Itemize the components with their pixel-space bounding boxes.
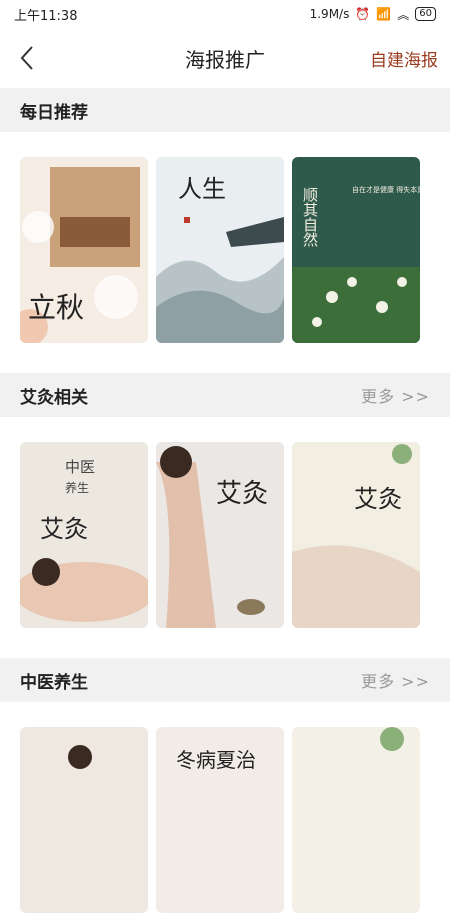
alarm-icon: ⏰ (355, 7, 371, 21)
wifi-icon: ︽ (397, 7, 410, 22)
poster-calligraphy: 艾灸 (354, 485, 402, 513)
poster-main: 艾灸 (40, 515, 88, 543)
poster-card[interactable]: 中医 养生 艾灸 (20, 442, 148, 628)
poster-card[interactable] (292, 727, 420, 913)
poster-small-text: 自在才是健康 得失本是平常 (352, 185, 420, 194)
poster-sub: 养生 (65, 480, 89, 495)
poster-card[interactable]: 顺其自然 自在才是健康 得失本是平常 (292, 157, 420, 343)
status-time: 上午11:38 (14, 8, 78, 24)
battery-icon: 60 (415, 7, 436, 21)
poster-calligraphy: 艾灸 (216, 479, 268, 509)
poster-calligraphy: 人生 (178, 175, 226, 203)
section-header-moxibustion: 艾灸相关 更多 >> (0, 373, 450, 417)
section-title: 中医养生 (20, 672, 88, 693)
poster-card[interactable]: 立秋 (20, 157, 148, 343)
poster-calligraphy: 冬病夏治 (176, 748, 256, 772)
poster-card[interactable]: 艾灸 (156, 442, 284, 628)
poster-calligraphy: 立秋 (28, 291, 84, 324)
more-link[interactable]: 更多 >> (361, 383, 430, 407)
poster-card[interactable]: 冬病夏治 (156, 727, 284, 913)
page-title: 海报推广 (185, 47, 265, 72)
status-indicators: 1.9M/s ⏰ 📶 ︽ 60 (310, 6, 436, 23)
poster-calligraphy: 顺其自然 (301, 187, 319, 247)
poster-calligraphy: 中医 (65, 458, 95, 476)
poster-card[interactable]: 艾灸 (292, 442, 420, 628)
more-link[interactable]: 更多 >> (361, 668, 430, 692)
section-header-daily: 每日推荐 (0, 88, 450, 132)
tcm-poster-row: 冬病夏治 (0, 727, 450, 913)
chevron-left-icon (20, 46, 33, 70)
moxibustion-poster-row: 中医 养生 艾灸 艾灸 艾灸 (0, 442, 450, 628)
nav-bar: 海报推广 自建海报 (0, 28, 450, 88)
status-bar: 上午11:38 1.9M/s ⏰ 📶 ︽ 60 (0, 0, 450, 28)
network-speed: 1.9M/s (309, 7, 350, 21)
section-title: 艾灸相关 (20, 387, 88, 408)
daily-poster-row: 立秋 人生 顺其自然 自在才是健康 得失本是平常 (0, 157, 450, 343)
poster-card-partial[interactable] (428, 442, 448, 628)
poster-card[interactable]: 人生 (156, 157, 284, 343)
signal-icon: 📶 (376, 7, 392, 21)
section-header-tcm: 中医养生 更多 >> (0, 658, 450, 702)
create-poster-button[interactable]: 自建海报 (370, 46, 438, 71)
poster-card-partial[interactable] (428, 157, 448, 343)
back-button[interactable] (12, 38, 42, 78)
poster-card[interactable] (20, 727, 148, 913)
poster-card-partial[interactable] (428, 727, 448, 913)
section-title: 每日推荐 (20, 102, 88, 123)
